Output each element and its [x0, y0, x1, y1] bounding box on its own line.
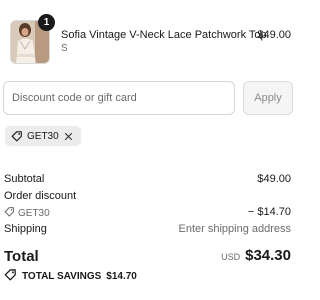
tag-icon [4, 268, 17, 284]
currency-code: USD [221, 252, 241, 262]
order-discount-code: GET30 [4, 206, 50, 220]
tag-icon [4, 206, 15, 220]
remove-discount-icon[interactable] [63, 131, 74, 142]
shipping-value: Enter shipping address [178, 223, 291, 235]
product-price: $49.00 [257, 29, 291, 41]
savings-value: $14.70 [106, 270, 137, 282]
product-variant: S [61, 43, 68, 54]
total-value: $34.30 [245, 247, 291, 264]
total-label: Total [4, 248, 39, 265]
tag-icon [11, 130, 23, 142]
subtotal-value: $49.00 [257, 173, 291, 185]
applied-discount-code: GET30 [27, 130, 59, 142]
subtotal-label: Subtotal [4, 173, 45, 185]
total-amount: USD $34.30 [221, 247, 291, 264]
shipping-label: Shipping [4, 223, 47, 235]
apply-button[interactable]: Apply [243, 81, 293, 115]
discount-code-input[interactable] [3, 81, 235, 115]
order-discount-code-text: GET30 [18, 207, 50, 219]
applied-discount-chip: GET30 [5, 126, 81, 146]
total-savings: TOTAL SAVINGS $14.70 [4, 268, 137, 284]
quantity-badge: 1 [38, 14, 55, 31]
order-discount-value: − $14.70 [247, 206, 291, 218]
savings-label: TOTAL SAVINGS [22, 270, 102, 282]
product-thumbnail: 1 [10, 14, 55, 64]
order-discount-label: Order discount [4, 190, 77, 202]
product-name: Sofia Vintage V-Neck Lace Patchwork Top [61, 29, 267, 41]
